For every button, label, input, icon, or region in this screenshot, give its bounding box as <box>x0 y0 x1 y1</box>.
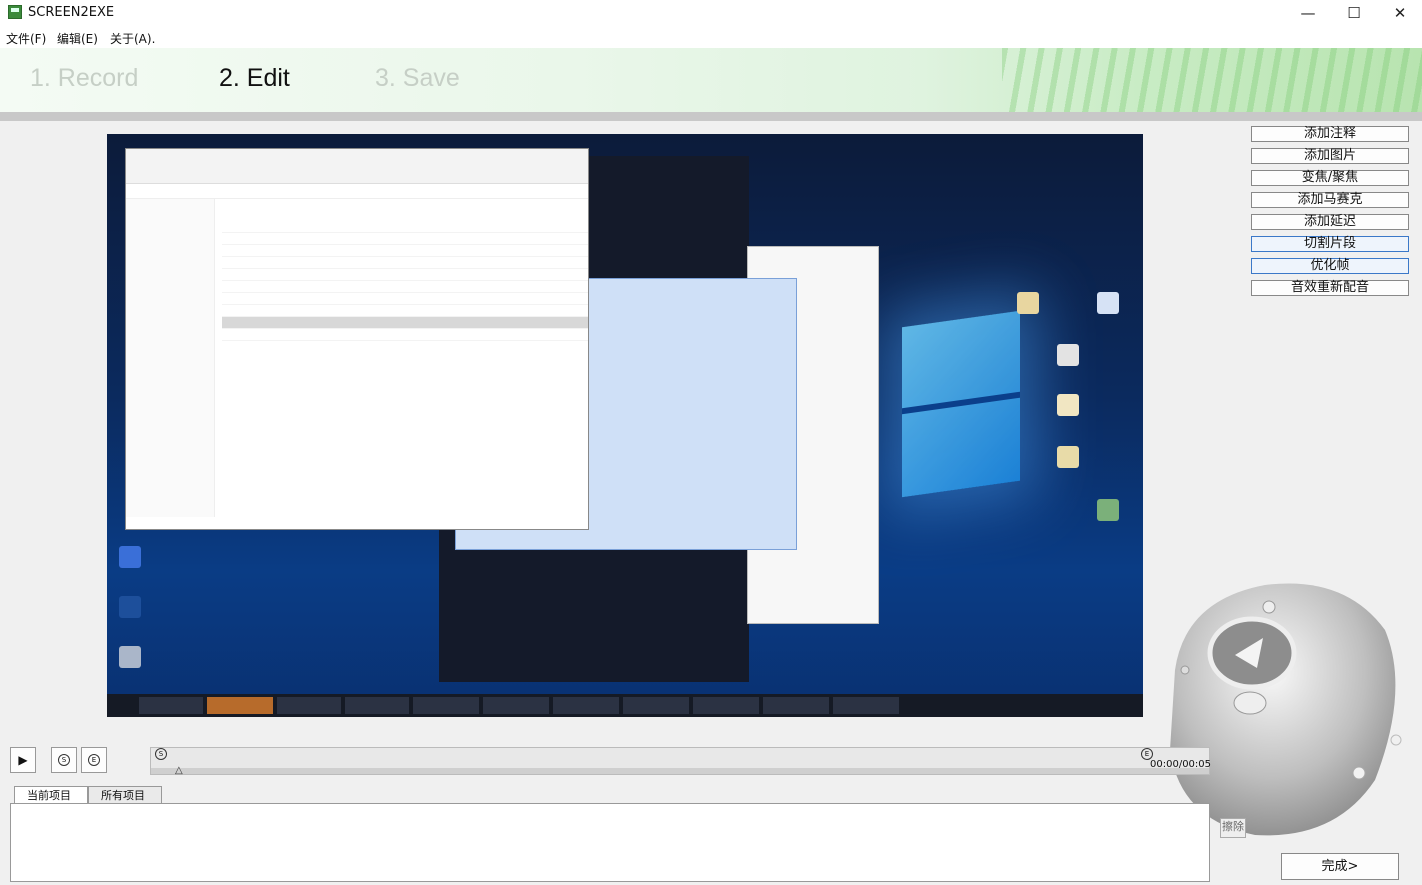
optimize-frames-button[interactable]: 优化帧 <box>1251 258 1409 274</box>
desktop-icon <box>119 596 141 618</box>
desktop-icon <box>1097 292 1119 314</box>
step-record[interactable]: 1. Record <box>30 64 138 93</box>
desktop-icon <box>119 646 141 668</box>
timeline[interactable]: S E △ <box>150 747 1210 776</box>
timeline-track[interactable] <box>151 768 1209 774</box>
zoom-focus-button[interactable]: 变焦/聚焦 <box>1251 170 1409 186</box>
time-readout: 00:00/00:05 <box>1150 759 1212 770</box>
add-delay-button[interactable]: 添加延迟 <box>1251 214 1409 230</box>
timeline-start-marker-icon[interactable]: S <box>155 748 167 760</box>
step-save[interactable]: 3. Save <box>375 64 460 93</box>
marker-start-icon: S <box>58 754 70 766</box>
erase-button[interactable]: 擦除 <box>1220 818 1246 838</box>
taskbar-item <box>345 697 409 714</box>
menu-bar: 文件(F) 编辑(E) 关于(A). <box>0 26 1422 49</box>
menu-edit[interactable]: 编辑(E) <box>57 30 98 47</box>
taskbar-item <box>277 697 341 714</box>
redub-audio-button[interactable]: 音效重新配音 <box>1251 280 1409 296</box>
explorer-ribbon <box>126 149 588 184</box>
menu-file[interactable]: 文件(F) <box>6 30 46 47</box>
play-icon: ▶ <box>18 753 28 767</box>
explorer-row <box>222 269 588 281</box>
app-icon <box>8 5 22 19</box>
explorer-row <box>222 329 588 341</box>
tab-all-projects[interactable]: 所有项目s <box>88 786 162 819</box>
banner-divider <box>0 112 1422 121</box>
taskbar-item <box>763 697 829 714</box>
play-button[interactable]: ▶ <box>10 747 36 773</box>
explorer-address-bar <box>126 184 588 199</box>
close-button[interactable]: ✕ <box>1377 0 1422 26</box>
project-list[interactable] <box>10 803 1210 882</box>
frame-preview[interactable] <box>107 134 1143 717</box>
add-mosaic-button[interactable]: 添加马赛克 <box>1251 192 1409 208</box>
title-bar: SCREEN2EXE — ☐ ✕ <box>0 0 1422 26</box>
taskbar-item <box>413 697 479 714</box>
add-image-button[interactable]: 添加图片 <box>1251 148 1409 164</box>
screenshot-explorer-window <box>125 148 589 530</box>
menu-about[interactable]: 关于(A). <box>110 30 155 47</box>
explorer-row <box>222 257 588 269</box>
desktop-icon <box>1057 344 1079 366</box>
banner-decoration <box>1002 48 1422 112</box>
explorer-sidebar <box>126 199 215 517</box>
marker-start-button[interactable]: S <box>51 747 77 773</box>
minimize-button[interactable]: — <box>1285 0 1331 26</box>
maximize-button[interactable]: ☐ <box>1331 0 1377 26</box>
marker-end-button[interactable]: E <box>81 747 107 773</box>
taskbar-item <box>553 697 619 714</box>
explorer-row <box>222 281 588 293</box>
step-edit[interactable]: 2. Edit <box>219 64 290 93</box>
explorer-row <box>222 221 588 233</box>
explorer-row <box>222 245 588 257</box>
taskbar-item <box>623 697 689 714</box>
explorer-row <box>222 317 588 329</box>
marker-end-icon: E <box>88 754 100 766</box>
playhead-icon[interactable]: △ <box>175 765 183 776</box>
screenshot-taskbar <box>107 694 1143 717</box>
desktop-icon <box>1057 446 1079 468</box>
window-title: SCREEN2EXE <box>28 5 115 20</box>
desktop-icon <box>1017 292 1039 314</box>
taskbar-item <box>693 697 759 714</box>
desktop-icon <box>1057 394 1079 416</box>
cut-segment-button[interactable]: 切割片段 <box>1251 236 1409 252</box>
step-banner: 1. Record 2. Edit 3. Save <box>0 48 1422 112</box>
taskbar-item <box>207 697 273 714</box>
explorer-row <box>222 293 588 305</box>
desktop-icon <box>119 546 141 568</box>
add-annotation-button[interactable]: 添加注释 <box>1251 126 1409 142</box>
desktop-icon <box>1097 499 1119 521</box>
explorer-row <box>222 305 588 317</box>
taskbar-item <box>483 697 549 714</box>
finish-button[interactable]: 完成> <box>1281 853 1399 880</box>
taskbar-item <box>139 697 203 714</box>
explorer-row <box>222 233 588 245</box>
taskbar-item <box>833 697 899 714</box>
